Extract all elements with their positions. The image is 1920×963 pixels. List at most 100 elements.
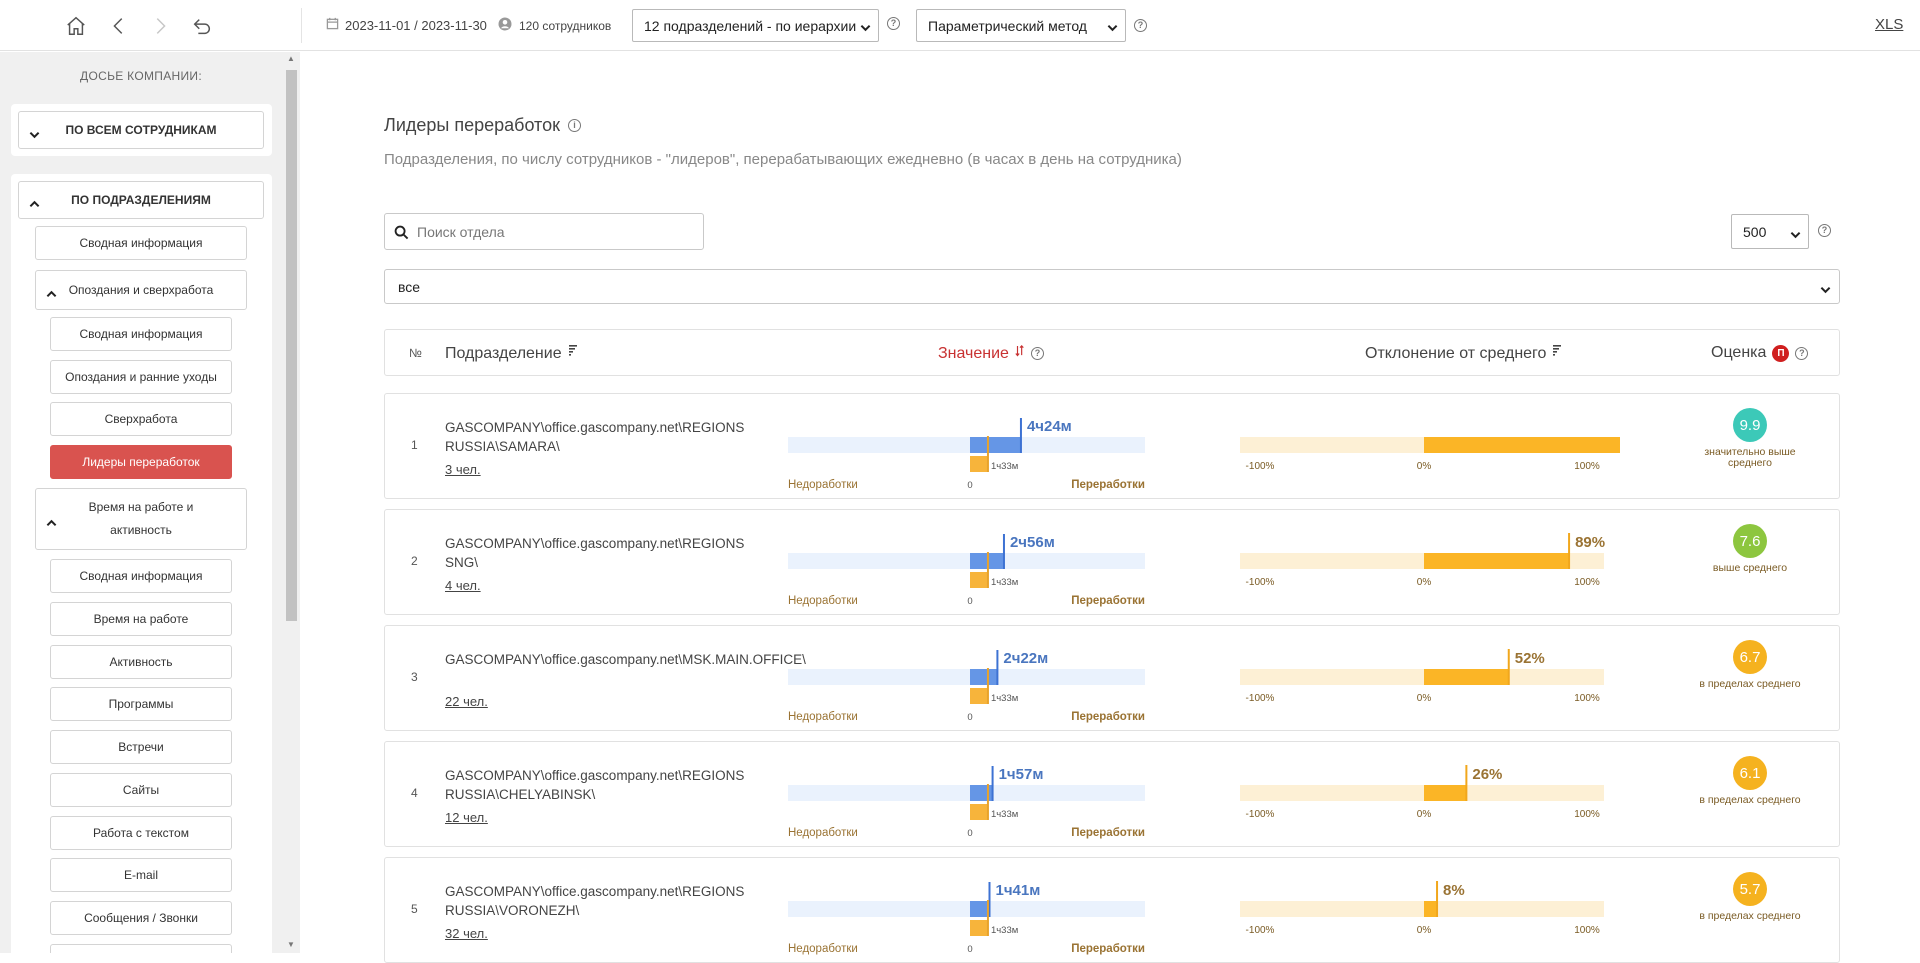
average-label: 1ч33м	[991, 461, 1018, 472]
col-deviation[interactable]: Отклонение от среднего	[1365, 344, 1562, 363]
average-label: 1ч33м	[991, 925, 1018, 936]
score-cell: 7.6 выше среднего	[1690, 524, 1810, 604]
table-row[interactable]: 4 GASCOMPANY\office.gascompany.net\REGION…	[384, 741, 1840, 847]
sidebar-item-label: Работа с текстом	[93, 825, 189, 840]
back-icon[interactable]	[107, 14, 131, 38]
info-icon[interactable]: i	[567, 119, 581, 132]
all-employees-button[interactable]: ПО ВСЕМ СОТРУДНИКАМ	[18, 111, 264, 149]
division-select[interactable]: 12 подразделений - по иерархии	[632, 9, 879, 42]
sidebar-subitem-programs[interactable]: Программы	[50, 687, 232, 721]
value-chart: 4ч24м 1ч33м Недоработки 0 Переработки	[788, 418, 1145, 491]
value-chart: 2ч22м 1ч33м Недоработки 0 Переработки	[788, 650, 1145, 723]
deviation-label: 89%	[1575, 534, 1605, 551]
xls-export-link[interactable]: XLS	[1875, 16, 1903, 33]
filter-select-value: все	[398, 278, 421, 295]
sidebar-subitem-lateness[interactable]: Опоздания и ранние уходы	[50, 360, 232, 394]
sidebar-subitem-activity[interactable]: Активность	[50, 645, 232, 679]
search-icon	[394, 225, 409, 243]
score-circle: 9.9	[1733, 408, 1767, 442]
sidebar-subitem-more[interactable]	[50, 944, 232, 953]
overwork-label: Переработки	[1071, 479, 1145, 491]
sidebar-subitem-overtime[interactable]: Сверхработа	[50, 402, 232, 436]
sort-icon[interactable]	[568, 344, 578, 363]
chevron-down-icon	[1107, 20, 1118, 32]
sidebar-subitem-summary-2[interactable]: Сводная информация	[50, 559, 232, 593]
search-input[interactable]: Поиск отдела	[384, 213, 704, 250]
method-select[interactable]: Параметрический метод	[916, 9, 1126, 42]
help-icon[interactable]: ?	[1030, 347, 1044, 360]
sort-icon[interactable]	[1552, 344, 1562, 363]
deviation-bar	[1424, 669, 1509, 685]
score-text: значительно выше среднего	[1704, 446, 1796, 469]
average-bar	[970, 920, 988, 936]
deviation-tick: 0%	[1417, 693, 1432, 704]
page-title-text: Лидеры переработок	[384, 115, 560, 135]
help-icon[interactable]: ?	[887, 17, 900, 30]
table-row[interactable]: 2 GASCOMPANY\office.gascompany.net\REGION…	[384, 509, 1840, 615]
home-icon[interactable]	[64, 14, 88, 38]
scrollbar-thumb[interactable]	[286, 70, 297, 621]
scroll-down-icon[interactable]: ▼	[287, 940, 295, 949]
value-label: 1ч57м	[999, 766, 1044, 783]
row-number: 4	[411, 786, 418, 800]
deviation-chart: 52% -100% 0% 100%	[1240, 649, 1604, 704]
sidebar-scrollbar[interactable]: ▲ ▼	[284, 52, 299, 953]
col-value[interactable]: Значение ?	[938, 344, 1044, 363]
table-row[interactable]: 1 GASCOMPANY\office.gascompany.net\REGION…	[384, 393, 1840, 499]
filter-select[interactable]: все	[384, 269, 1840, 304]
sidebar-item-summary[interactable]: Сводная информация	[35, 226, 247, 260]
page-subtitle: Подразделения, по числу сотрудников - "л…	[384, 151, 1182, 168]
score-circle: 7.6	[1733, 524, 1767, 558]
page-size-select[interactable]: 500	[1731, 214, 1809, 249]
deviation-tick: -100%	[1246, 809, 1275, 820]
sidebar-item-lateness-overtime[interactable]: Опоздания и сверхработа	[35, 270, 247, 310]
help-icon[interactable]: ?	[1795, 346, 1809, 360]
undo-icon[interactable]	[190, 14, 214, 38]
sidebar-subitem-text[interactable]: Работа с текстом	[50, 816, 232, 850]
sidebar-item-worktime-activity[interactable]: Время на работе и активность	[35, 488, 247, 550]
period[interactable]: 2023-11-01 / 2023-11-30	[326, 17, 487, 33]
chevron-down-icon	[1820, 282, 1831, 298]
value-bar	[970, 785, 993, 801]
sidebar-subitem-email[interactable]: E-mail	[50, 858, 232, 892]
top-bar: 2023-11-01 / 2023-11-30 120 сотрудников …	[0, 0, 1920, 51]
row-number: 3	[411, 670, 418, 684]
col-dept[interactable]: Подразделение	[445, 344, 578, 363]
scroll-up-icon[interactable]: ▲	[287, 54, 295, 63]
row-employee-count[interactable]: 12 чел.	[445, 810, 488, 825]
score-cell: 5.7 в пределах среднего	[1690, 872, 1810, 952]
row-employee-count[interactable]: 4 чел.	[445, 578, 481, 593]
help-icon[interactable]: ?	[1134, 19, 1147, 32]
sidebar-subitem-messages[interactable]: Сообщения / Звонки	[50, 901, 232, 935]
row-department: GASCOMPANY\office.gascompany.net\REGIONS…	[445, 536, 745, 570]
forward-icon[interactable]	[148, 14, 172, 38]
row-department: GASCOMPANY\office.gascompany.net\REGIONS…	[445, 884, 745, 918]
sort-desc-icon[interactable]	[1015, 344, 1025, 363]
division-select-value: 12 подразделений - по иерархии	[644, 17, 857, 34]
sidebar-subitem-summary[interactable]: Сводная информация	[50, 317, 232, 351]
row-number: 1	[411, 438, 418, 452]
deviation-label: 26%	[1472, 766, 1502, 783]
table-row[interactable]: 3 GASCOMPANY\office.gascompany.net\MSK.MA…	[384, 625, 1840, 731]
average-bar	[970, 572, 988, 588]
row-employee-count[interactable]: 22 чел.	[445, 694, 488, 709]
by-divisions-button[interactable]: ПО ПОДРАЗДЕЛЕНИЯМ	[18, 181, 264, 219]
deviation-bar	[1424, 553, 1570, 569]
user-icon	[498, 17, 512, 34]
table-row[interactable]: 5 GASCOMPANY\office.gascompany.net\REGION…	[384, 857, 1840, 963]
row-employee-count[interactable]: 32 чел.	[445, 926, 488, 941]
all-employees-label: ПО ВСЕМ СОТРУДНИКАМ	[65, 122, 217, 137]
sidebar-subitem-sites[interactable]: Сайты	[50, 773, 232, 807]
value-label: 2ч56м	[1010, 534, 1055, 551]
col-dept-label: Подразделение	[445, 344, 562, 362]
overwork-label: Переработки	[1071, 827, 1145, 839]
value-bar	[970, 669, 998, 685]
help-icon[interactable]: ?	[1818, 224, 1831, 237]
sidebar-subitem-worktime[interactable]: Время на работе	[50, 602, 232, 636]
deviation-tick: 0%	[1417, 461, 1432, 472]
average-bar	[970, 456, 988, 472]
sidebar-subitem-meetings[interactable]: Встречи	[50, 730, 232, 764]
row-employee-count[interactable]: 3 чел.	[445, 462, 481, 477]
sidebar-subitem-overtime-leaders[interactable]: Лидеры переработок	[50, 445, 232, 479]
row-department: GASCOMPANY\office.gascompany.net\REGIONS…	[445, 420, 745, 454]
